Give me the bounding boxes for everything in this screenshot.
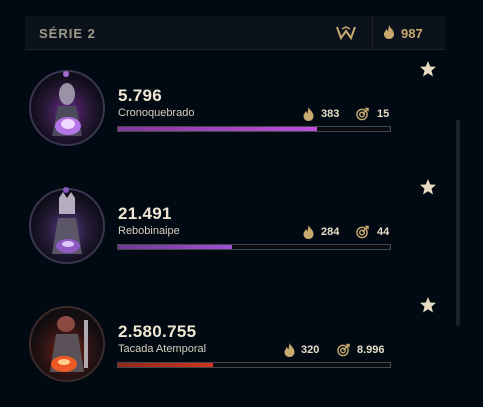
progress-fill <box>118 363 214 367</box>
series-title: SÉRIE 2 <box>39 26 96 41</box>
challenge-score: 5.796 <box>118 86 163 105</box>
scrollbar[interactable] <box>456 120 460 326</box>
challenge-points: 284 <box>321 226 340 238</box>
series-header: SÉRIE 2 987 <box>25 16 445 50</box>
challenge-target-value: 8.996 <box>357 344 385 356</box>
target-icon <box>356 107 369 121</box>
challenge-name: Rebobinaipe <box>118 225 180 237</box>
target-icon <box>337 343 350 357</box>
progress-fill <box>118 127 317 131</box>
challenge-points: 320 <box>301 344 320 356</box>
flame-icon <box>384 25 394 39</box>
challenge-points: 383 <box>321 108 340 120</box>
star-icon[interactable] <box>419 178 437 196</box>
challenge-portrait <box>29 70 105 146</box>
challenge-portrait <box>29 306 105 382</box>
flame-icon <box>303 107 314 121</box>
star-icon[interactable] <box>419 296 437 314</box>
challenge-name: Tacada Atemporal <box>118 343 207 355</box>
crest-icon[interactable] <box>335 25 357 41</box>
target-icon <box>356 225 369 239</box>
progress-bar <box>117 362 391 368</box>
progress-bar <box>117 126 391 132</box>
challenge-target-value: 15 <box>377 108 390 120</box>
progress-fill <box>118 245 233 249</box>
flame-icon <box>303 225 314 239</box>
flame-icon <box>284 343 295 357</box>
challenge-panel: SÉRIE 2 987 5.796 Cronoquebrado 383 15 2… <box>0 0 483 407</box>
challenge-target-value: 44 <box>377 226 390 238</box>
challenge-name: Cronoquebrado <box>118 107 195 119</box>
challenge-portrait <box>29 187 105 264</box>
progress-bar <box>117 244 391 250</box>
challenge-score: 2.580.755 <box>118 322 197 341</box>
challenge-row[interactable]: 5.796 Cronoquebrado 383 15 <box>0 60 450 170</box>
challenge-row[interactable]: 21.491 Rebobinaipe 284 44 <box>0 178 450 288</box>
challenge-row[interactable]: 2.580.755 Tacada Atemporal 320 8.996 <box>0 296 450 406</box>
total-points: 987 <box>401 26 423 41</box>
star-icon[interactable] <box>419 60 437 78</box>
challenge-score: 21.491 <box>118 204 172 223</box>
header-divider <box>372 16 373 50</box>
